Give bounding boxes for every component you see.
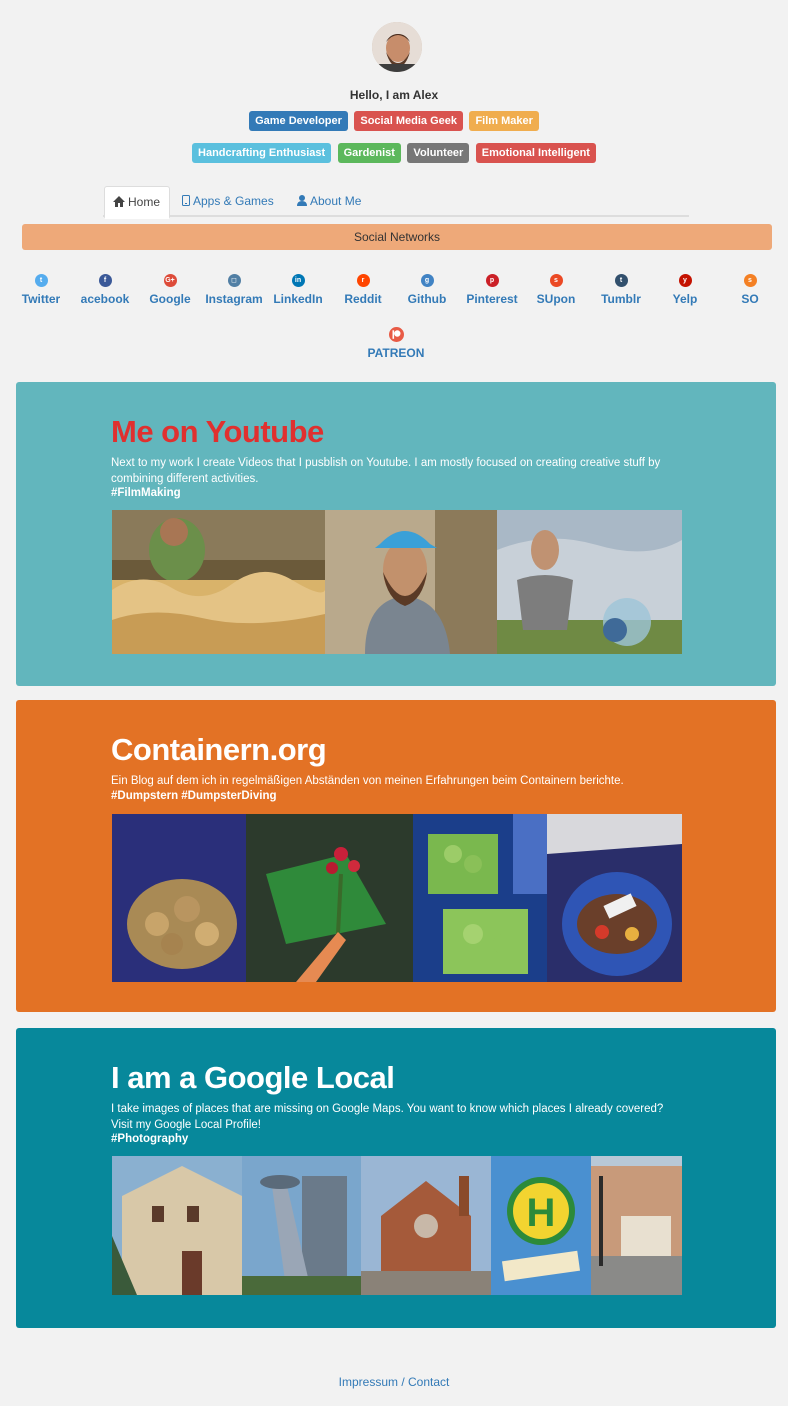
social-link-facebook[interactable]: f acebook	[73, 274, 137, 308]
tag-emotional-intelligent: Emotional Intelligent	[475, 143, 596, 163]
social-link-google-plus[interactable]: G+ Google	[138, 274, 202, 308]
google-local-photo-square[interactable]	[591, 1156, 682, 1295]
social-link-twitter[interactable]: t Twitter	[9, 274, 73, 308]
linkedin-icon: in	[291, 274, 305, 287]
tag-film-maker: Film Maker	[469, 111, 539, 131]
patreon-link[interactable]: PATREON	[356, 327, 436, 362]
google-plus-icon: G+	[163, 274, 177, 287]
yelp-icon: y	[678, 274, 692, 287]
tab-apps-games-label: Apps & Games	[193, 194, 274, 208]
google-local-photo-pillar[interactable]	[242, 1156, 361, 1295]
social-link-stackoverflow[interactable]: s SO	[718, 274, 782, 308]
youtube-thumbnail-bread[interactable]	[112, 510, 325, 654]
tag-gardenist: Gardenist	[337, 143, 401, 163]
card-containern-hashtags: #Dumpstern #DumpsterDiving	[111, 790, 277, 802]
tag-social-media-geek: Social Media Geek	[354, 111, 463, 131]
social-link-reddit[interactable]: r Reddit	[331, 274, 395, 308]
google-local-photo-bus-stop[interactable]: H	[491, 1156, 591, 1295]
tag-handcrafting-enthusiast: Handcrafting Enthusiast	[192, 143, 332, 163]
card-google-local-title[interactable]: I am a Google Local	[111, 1060, 395, 1096]
card-containern: Containern.org Ein Blog auf dem ich in r…	[16, 700, 776, 1012]
social-link-label: Tumblr	[601, 292, 641, 306]
github-icon: g	[420, 274, 434, 287]
card-containern-description: Ein Blog auf dem ich in regelmäßigen Abs…	[111, 775, 624, 787]
containern-photo-potatoes[interactable]	[112, 814, 246, 982]
svg-text:H: H	[527, 1191, 556, 1235]
containern-image-strip	[112, 814, 682, 982]
google-local-image-strip: H	[112, 1156, 682, 1295]
youtube-thumbnail-cap[interactable]	[325, 510, 497, 654]
tab-apps-games[interactable]: Apps & Games	[174, 186, 282, 217]
instagram-icon: ◻	[227, 274, 241, 287]
nav-tabs: Home Apps & Games About Me	[103, 186, 689, 219]
tag-game-developer: Game Developer	[249, 111, 348, 131]
patreon-label: PATREON	[367, 346, 425, 360]
pinterest-icon: p	[485, 274, 499, 287]
greeting: Hello, I am Alex	[349, 88, 439, 102]
social-link-instagram[interactable]: ◻ Instagram	[202, 274, 266, 308]
tab-about-me-label: About Me	[310, 194, 362, 208]
stumbleupon-icon: s	[549, 274, 563, 287]
social-link-label: SUpon	[536, 292, 576, 306]
card-google-local: I am a Google Local I take images of pla…	[16, 1028, 776, 1328]
social-link-label: acebook	[80, 292, 130, 306]
card-youtube-description: Next to my work I create Videos that I p…	[111, 457, 661, 485]
social-link-label: LinkedIn	[273, 292, 323, 306]
twitter-icon: t	[34, 274, 48, 287]
contact-link[interactable]: Contact	[408, 1375, 449, 1389]
tumblr-icon: t	[614, 274, 628, 287]
reddit-icon: r	[356, 274, 370, 287]
containern-photo-chocolates[interactable]	[547, 814, 682, 982]
google-local-photo-house[interactable]	[112, 1156, 242, 1295]
social-link-linkedin[interactable]: in LinkedIn	[266, 274, 330, 308]
card-containern-title[interactable]: Containern.org	[111, 732, 327, 768]
card-youtube-title[interactable]: Me on Youtube	[111, 414, 324, 450]
social-link-label: Twitter	[21, 292, 61, 306]
tags-row-2: Handcrafting Enthusiast Gardenist Volunt…	[0, 143, 788, 163]
social-link-yelp[interactable]: y Yelp	[653, 274, 717, 308]
facebook-icon: f	[98, 274, 112, 287]
impressum-link[interactable]: Impressum	[339, 1375, 398, 1389]
footer-separator: /	[397, 1375, 408, 1389]
card-youtube: Me on Youtube Next to my work I create V…	[16, 382, 776, 686]
social-link-github[interactable]: g Github	[395, 274, 459, 308]
social-link-tumblr[interactable]: t Tumblr	[589, 274, 653, 308]
youtube-image-strip	[112, 510, 682, 654]
stackoverflow-icon: s	[743, 274, 757, 287]
footer: Impressum / Contact	[0, 1375, 788, 1389]
social-link-label: Github	[407, 292, 447, 306]
social-link-label: Google	[149, 292, 191, 306]
social-link-stumbleupon[interactable]: s SUpon	[524, 274, 588, 308]
social-link-label: Yelp	[672, 292, 698, 306]
user-icon	[297, 195, 307, 206]
google-local-photo-church[interactable]	[361, 1156, 491, 1295]
patreon-icon	[388, 327, 404, 342]
tab-about-me[interactable]: About Me	[289, 186, 369, 217]
social-link-pinterest[interactable]: p Pinterest	[460, 274, 524, 308]
social-link-label: Pinterest	[466, 292, 518, 306]
social-link-label: Instagram	[205, 292, 263, 306]
home-icon	[113, 196, 125, 207]
containern-photo-roses[interactable]	[246, 814, 413, 982]
tab-home[interactable]: Home	[104, 186, 170, 219]
containern-photo-sprouts[interactable]	[413, 814, 547, 982]
tags-row-1: Game Developer Social Media Geek Film Ma…	[0, 111, 788, 131]
card-youtube-hashtags: #FilmMaking	[111, 487, 181, 499]
avatar	[372, 22, 422, 72]
tab-home-label: Home	[128, 195, 161, 209]
tag-volunteer: Volunteer	[407, 143, 470, 163]
youtube-thumbnail-globe[interactable]	[497, 510, 682, 654]
phone-icon	[182, 195, 190, 206]
card-google-local-description: I take images of places that are missing…	[111, 1103, 664, 1131]
card-google-local-hashtags: #Photography	[111, 1133, 189, 1145]
social-link-label: SO	[741, 292, 759, 306]
social-link-label: Reddit	[344, 292, 382, 306]
social-networks-header: Social Networks	[22, 224, 772, 250]
